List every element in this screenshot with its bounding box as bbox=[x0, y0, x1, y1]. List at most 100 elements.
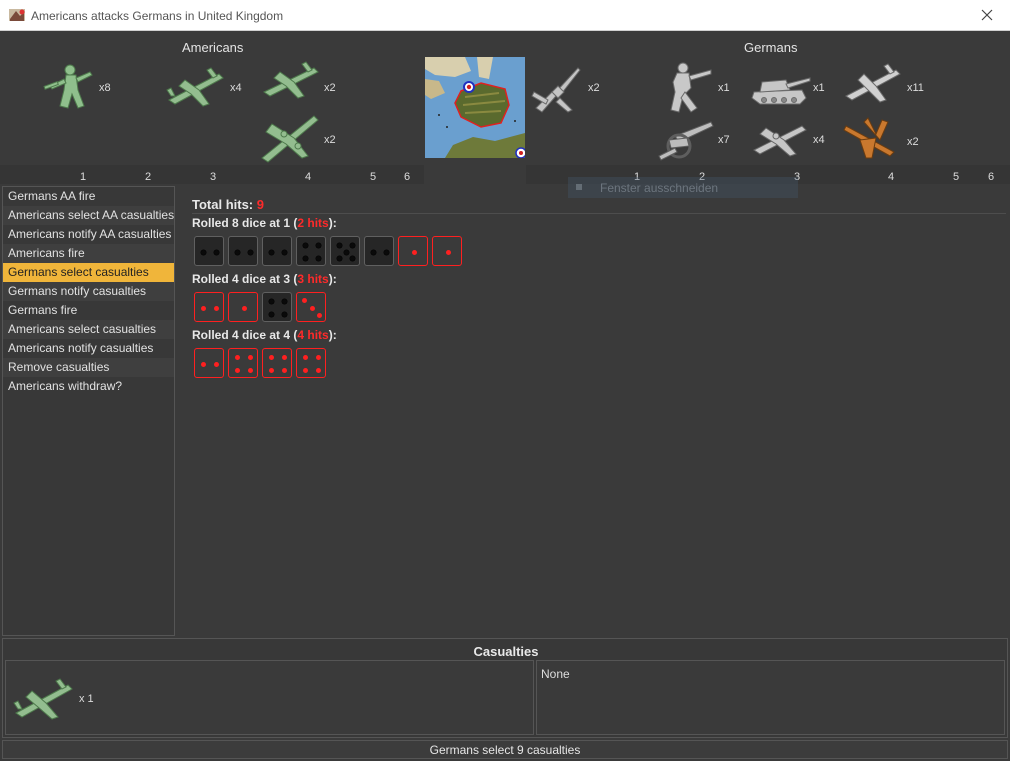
die-pip bbox=[269, 312, 274, 317]
select-casualties-button[interactable]: Germans select 9 casualties bbox=[2, 740, 1008, 759]
die-pip bbox=[282, 299, 287, 304]
attacker-column-3: 3 bbox=[210, 171, 217, 183]
step-item[interactable]: Americans withdraw? bbox=[3, 377, 174, 396]
die-pip bbox=[317, 313, 322, 318]
title-bar: Americans attacks Germans in United King… bbox=[0, 0, 1010, 31]
fighter-orange-icon bbox=[843, 117, 895, 159]
dice-results-panel: Total hits: 9 Rolled 8 dice at 1 (2 hits… bbox=[178, 186, 1008, 636]
bomber-icon bbox=[261, 115, 319, 163]
defender-unit-fighter-orange: x2 bbox=[842, 112, 932, 162]
die-pip bbox=[201, 305, 206, 311]
die-pip bbox=[269, 299, 274, 304]
defender-column-4: 4 bbox=[888, 171, 895, 183]
unit-count: x11 bbox=[907, 82, 924, 94]
tank-icon bbox=[751, 77, 811, 105]
casualty-count: x 1 bbox=[79, 693, 94, 705]
die-pip bbox=[282, 249, 287, 255]
die-pip bbox=[303, 355, 308, 360]
territory-aa-unit: x2 bbox=[528, 62, 618, 113]
die-pip bbox=[445, 249, 451, 255]
roll-hits: 3 hits bbox=[297, 272, 329, 286]
die-pip bbox=[282, 312, 287, 317]
die-pip bbox=[269, 355, 274, 360]
die-pip bbox=[337, 243, 342, 248]
territory-map bbox=[425, 57, 525, 158]
die-hit bbox=[262, 348, 292, 378]
step-item[interactable]: Americans select AA casualties bbox=[3, 206, 174, 225]
die-pip bbox=[350, 243, 355, 248]
die-hit bbox=[194, 292, 224, 322]
step-item[interactable]: Germans select casualties bbox=[3, 263, 174, 282]
attacker-casualties: x 1 bbox=[5, 660, 534, 735]
defender-unit-fighter: x11 bbox=[842, 62, 932, 112]
unit-count: x2 bbox=[324, 134, 336, 146]
battle-steps-list[interactable]: Germans AA fire Americans select AA casua… bbox=[2, 186, 175, 636]
die-pip bbox=[248, 249, 253, 255]
casualties-panel: Casualties x 1 None bbox=[2, 638, 1008, 738]
defender-casualties: None bbox=[536, 660, 1005, 735]
roll-label-suffix: ): bbox=[328, 328, 337, 342]
roll-label-prefix: Rolled 4 dice at 4 ( bbox=[192, 328, 298, 342]
attacker-unit-bomber: x2 bbox=[258, 110, 348, 163]
die-pip bbox=[235, 368, 240, 373]
infantry-icon bbox=[43, 64, 93, 109]
die-pip bbox=[302, 298, 307, 303]
attacker-unit-infantry: x8 bbox=[40, 62, 130, 112]
fighter-icon bbox=[166, 67, 224, 107]
defender-unit-infantry: x1 bbox=[655, 58, 745, 113]
die-hit bbox=[432, 236, 462, 266]
step-item[interactable]: Americans select casualties bbox=[3, 320, 174, 339]
unit-count: x4 bbox=[813, 134, 825, 146]
step-item[interactable]: Germans fire bbox=[3, 301, 174, 320]
die-pip bbox=[248, 355, 253, 360]
die-hit bbox=[194, 348, 224, 378]
die-miss bbox=[262, 236, 292, 266]
die-pip bbox=[214, 305, 219, 311]
die-pip bbox=[201, 361, 206, 367]
close-icon bbox=[981, 9, 993, 21]
attacker-column-4: 4 bbox=[305, 171, 312, 183]
die-pip bbox=[235, 249, 240, 255]
die-pip bbox=[201, 249, 206, 255]
fighter-icon bbox=[845, 63, 901, 103]
unit-count: x8 bbox=[99, 82, 111, 94]
bomber-icon bbox=[753, 125, 807, 157]
roll-label-suffix: ): bbox=[328, 272, 337, 286]
step-item[interactable]: Germans notify casualties bbox=[3, 282, 174, 301]
step-item[interactable]: Americans fire bbox=[3, 244, 174, 263]
aa-gun-icon bbox=[531, 67, 581, 113]
roll-hits: 2 hits bbox=[297, 216, 329, 230]
die-hit bbox=[398, 236, 428, 266]
die-pip bbox=[269, 368, 274, 373]
die-pip bbox=[303, 243, 308, 248]
step-item[interactable]: Remove casualties bbox=[3, 358, 174, 377]
roll-hits: 4 hits bbox=[297, 328, 329, 342]
close-button[interactable] bbox=[964, 0, 1010, 31]
die-pip bbox=[303, 368, 308, 373]
roll-label-suffix: ): bbox=[328, 216, 337, 230]
artillery-icon bbox=[658, 121, 714, 161]
roll-label: Rolled 4 dice at 4 (4 hits): bbox=[192, 328, 337, 342]
total-hits-value: 9 bbox=[256, 197, 264, 212]
die-pip bbox=[316, 243, 321, 248]
app-icon bbox=[9, 9, 25, 21]
attacker-column-6: 6 bbox=[404, 171, 411, 183]
infantry-icon bbox=[670, 62, 712, 113]
defender-label: Germans bbox=[744, 40, 798, 55]
step-item[interactable]: Americans notify AA casualties bbox=[3, 225, 174, 244]
die-pip bbox=[241, 305, 247, 311]
unit-count: x2 bbox=[324, 82, 336, 94]
step-item[interactable]: Americans notify casualties bbox=[3, 339, 174, 358]
unit-count: x2 bbox=[588, 82, 600, 94]
step-item[interactable]: Germans AA fire bbox=[3, 187, 174, 206]
attacker-column-2: 2 bbox=[145, 171, 152, 183]
die-pip bbox=[316, 256, 321, 261]
die-miss bbox=[364, 236, 394, 266]
die-pip bbox=[269, 249, 274, 255]
tooltip-text: Fenster ausschneiden bbox=[600, 181, 719, 195]
die-pip bbox=[235, 355, 240, 360]
die-hit bbox=[296, 292, 326, 322]
divider bbox=[192, 213, 1006, 214]
fighter-icon bbox=[262, 61, 319, 99]
die-pip bbox=[282, 355, 287, 360]
